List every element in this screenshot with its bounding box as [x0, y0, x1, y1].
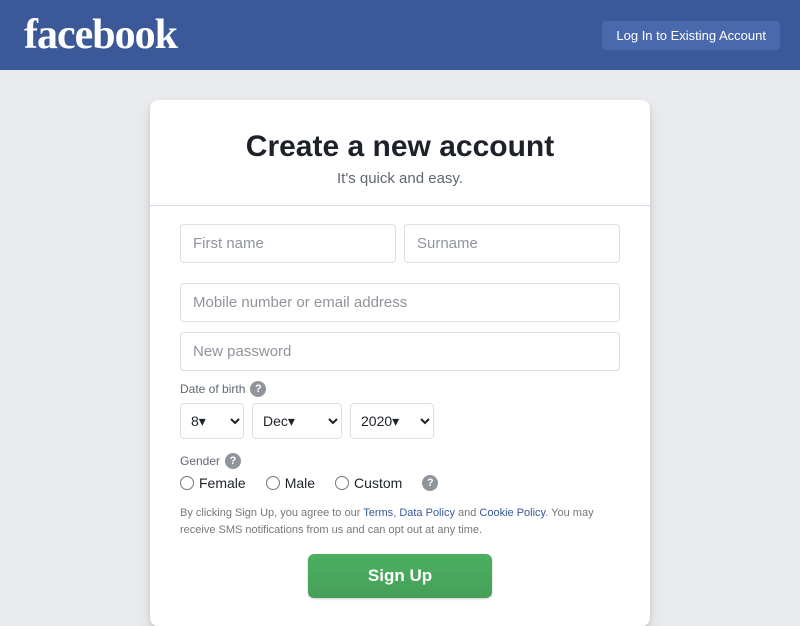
page-subtitle: It's quick and easy. [180, 170, 620, 187]
dob-row: 8▾ 123 456 7910 111213 141516 171819 202… [180, 403, 620, 439]
dob-label: Date of birth ? [180, 381, 620, 397]
form-divider [150, 205, 650, 206]
gender-custom-label: Custom [354, 475, 402, 491]
gender-male-option[interactable]: Male [266, 475, 315, 491]
page-title: Create a new account [180, 130, 620, 164]
gender-male-radio[interactable] [266, 476, 280, 490]
dob-help-icon[interactable]: ? [250, 381, 266, 397]
terms-link[interactable]: Terms [363, 507, 393, 519]
dob-year-select[interactable]: 2020▾ 201920182017 201620152014 20132012… [350, 403, 434, 439]
gender-custom-option[interactable]: Custom [335, 475, 402, 491]
signup-btn-container: Sign Up [180, 554, 620, 598]
password-input[interactable] [180, 332, 620, 371]
gender-female-label: Female [199, 475, 246, 491]
gender-label: Gender ? [180, 453, 620, 469]
header: facebook Log In to Existing Account [0, 0, 800, 70]
data-policy-link[interactable]: Data Policy [399, 507, 455, 519]
cookie-policy-link[interactable]: Cookie Policy [479, 507, 545, 519]
custom-gender-help-icon[interactable]: ? [422, 475, 438, 491]
gender-female-option[interactable]: Female [180, 475, 246, 491]
facebook-logo: facebook [24, 14, 177, 56]
first-name-input[interactable] [180, 224, 396, 263]
signup-button[interactable]: Sign Up [308, 554, 492, 598]
gender-row: Female Male Custom ? [180, 475, 620, 491]
gender-female-radio[interactable] [180, 476, 194, 490]
gender-male-label: Male [285, 475, 315, 491]
dob-day-select[interactable]: 8▾ 123 456 7910 111213 141516 171819 202… [180, 403, 244, 439]
login-button[interactable]: Log In to Existing Account [602, 21, 780, 50]
signup-form-container: Create a new account It's quick and easy… [150, 100, 650, 626]
gender-custom-radio[interactable] [335, 476, 349, 490]
email-input[interactable] [180, 283, 620, 322]
terms-text: By clicking Sign Up, you agree to our Te… [180, 505, 620, 538]
name-row [180, 224, 620, 263]
main-content: Create a new account It's quick and easy… [0, 70, 800, 626]
surname-input[interactable] [404, 224, 620, 263]
gender-help-icon[interactable]: ? [225, 453, 241, 469]
dob-month-select[interactable]: JanFebMar AprMayJun JulAugSep OctNovDec▾ [252, 403, 342, 439]
